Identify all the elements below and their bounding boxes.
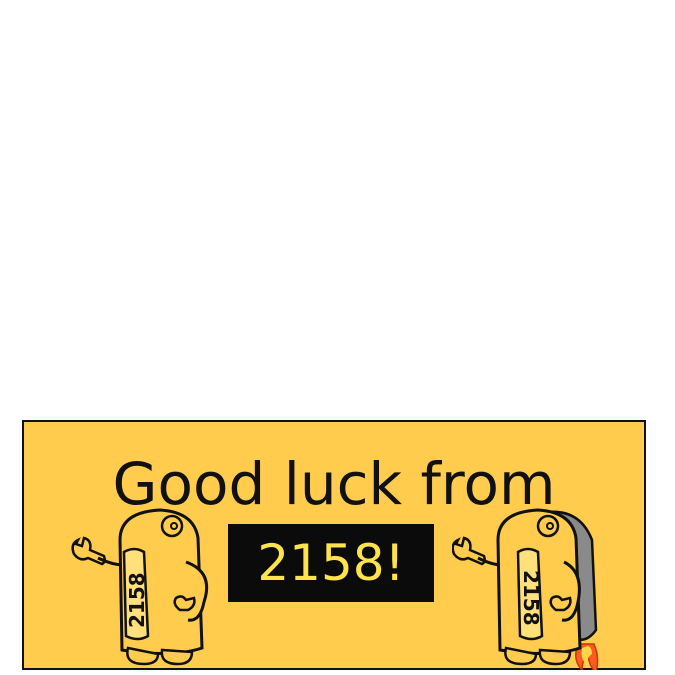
robot-left-label: 2158 xyxy=(125,572,149,628)
robot-waving-icon: 2158 xyxy=(68,500,218,670)
robot-right-svg: 2158 xyxy=(452,508,599,670)
team-number-box: 2158! xyxy=(228,524,434,602)
robot-right-label: 2158 xyxy=(519,570,543,626)
good-luck-banner: Good luck from 2158! 2158 2158 xyxy=(22,420,646,670)
robot-left-svg: 2158 xyxy=(71,508,209,666)
robot-jetpack-icon: 2158 xyxy=(452,500,602,670)
team-number: 2158! xyxy=(257,534,405,592)
